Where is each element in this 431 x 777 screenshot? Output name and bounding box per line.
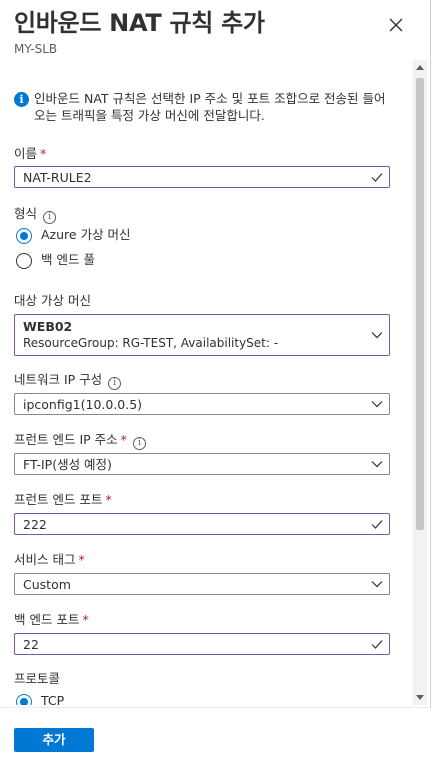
info-tooltip-icon[interactable]: i xyxy=(43,211,57,224)
checkmark-icon xyxy=(371,640,383,649)
radio-selected-icon xyxy=(16,227,32,244)
info-icon: i xyxy=(14,92,29,107)
frontend-port-value: 222 xyxy=(23,517,47,532)
service-tag-value: Custom xyxy=(23,577,71,592)
frontend-port-label-text: 프런트 엔드 포트 xyxy=(14,492,103,507)
info-tooltip-icon[interactable]: i xyxy=(108,377,122,390)
backend-port-value: 22 xyxy=(23,637,39,652)
type-label: 형식 i xyxy=(14,206,57,224)
name-label: 이름 * xyxy=(14,146,46,162)
service-tag-select[interactable]: Custom xyxy=(14,573,390,595)
type-label-text: 형식 xyxy=(14,206,38,221)
required-marker: * xyxy=(120,432,127,447)
network-ip-label-text: 네트워크 IP 구성 xyxy=(14,372,103,387)
info-text: 인바운드 NAT 규칙은 선택한 IP 주소 및 포트 조합으로 전송된 들어오… xyxy=(34,91,386,123)
frontend-ip-label: 프런트 엔드 IP 주소 * i xyxy=(14,432,146,450)
required-marker: * xyxy=(82,612,89,627)
radio-azure-vm-label: Azure 가상 머신 xyxy=(41,227,131,242)
radio-tcp-label: TCP xyxy=(41,693,65,705)
backend-port-label-text: 백 엔드 포트 xyxy=(14,612,80,627)
target-vm-value: WEB02 xyxy=(23,319,73,334)
target-vm-select[interactable]: WEB02 ResourceGroup: RG-TEST, Availabili… xyxy=(14,314,390,356)
scrollbar[interactable] xyxy=(413,60,427,705)
frontend-ip-label-text: 프런트 엔드 IP 주소 xyxy=(14,432,118,447)
close-icon[interactable] xyxy=(385,14,407,36)
radio-selected-icon xyxy=(16,693,32,705)
service-tag-label: 서비스 태그 * xyxy=(14,552,85,568)
network-ip-label: 네트워크 IP 구성 i xyxy=(14,372,122,390)
radio-tcp[interactable]: TCP xyxy=(16,692,64,705)
name-input[interactable]: NAT-RULE2 xyxy=(14,166,390,188)
info-message: i 인바운드 NAT 규칙은 선택한 IP 주소 및 포트 조합으로 전송된 들… xyxy=(14,90,394,124)
panel-header: 인바운드 NAT 규칙 추가 MY-SLB xyxy=(14,6,417,58)
protocol-label: 프로토콜 xyxy=(14,671,61,686)
scroll-up-arrow-icon[interactable] xyxy=(416,65,424,70)
chevron-down-icon xyxy=(371,401,383,408)
checkmark-icon xyxy=(371,520,383,529)
name-label-text: 이름 xyxy=(14,146,38,161)
required-marker: * xyxy=(78,552,85,567)
network-ip-value: ipconfig1(10.0.0.5) xyxy=(23,397,143,412)
scroll-down-arrow-icon[interactable] xyxy=(416,695,424,700)
frontend-port-label: 프런트 엔드 포트 * xyxy=(14,492,112,508)
info-tooltip-icon[interactable]: i xyxy=(132,437,146,450)
chevron-down-icon xyxy=(371,461,383,468)
page-title: 인바운드 NAT 규칙 추가 xyxy=(14,9,265,37)
chevron-down-icon xyxy=(371,332,383,339)
add-button[interactable]: 추가 xyxy=(14,728,94,752)
backend-port-input[interactable]: 22 xyxy=(14,633,390,655)
checkmark-icon xyxy=(371,173,383,182)
radio-azure-vm[interactable]: Azure 가상 머신 xyxy=(16,226,131,244)
frontend-ip-select[interactable]: FT-IP(생성 예정) xyxy=(14,453,390,475)
frontend-ip-value: FT-IP(생성 예정) xyxy=(23,457,112,472)
chevron-down-icon xyxy=(371,581,383,588)
service-tag-label-text: 서비스 태그 xyxy=(14,552,76,567)
required-marker: * xyxy=(105,492,112,507)
page-subtitle: MY-SLB xyxy=(14,42,58,56)
radio-backend-pool-label: 백 엔드 풀 xyxy=(41,252,95,267)
network-ip-select[interactable]: ipconfig1(10.0.0.5) xyxy=(14,393,390,415)
form-content: i 인바운드 NAT 규칙은 선택한 IP 주소 및 포트 조합으로 전송된 들… xyxy=(0,60,412,705)
frontend-port-input[interactable]: 222 xyxy=(14,513,390,535)
radio-unselected-icon xyxy=(16,252,32,269)
panel-footer: 추가 xyxy=(0,707,431,777)
target-vm-detail: ResourceGroup: RG-TEST, AvailabilitySet:… xyxy=(23,336,279,350)
name-input-value: NAT-RULE2 xyxy=(23,170,92,185)
target-vm-label: 대상 가상 머신 xyxy=(14,293,91,308)
scrollbar-thumb[interactable] xyxy=(416,78,424,530)
radio-backend-pool[interactable]: 백 엔드 풀 xyxy=(16,251,95,269)
required-marker: * xyxy=(40,146,47,161)
backend-port-label: 백 엔드 포트 * xyxy=(14,612,89,628)
